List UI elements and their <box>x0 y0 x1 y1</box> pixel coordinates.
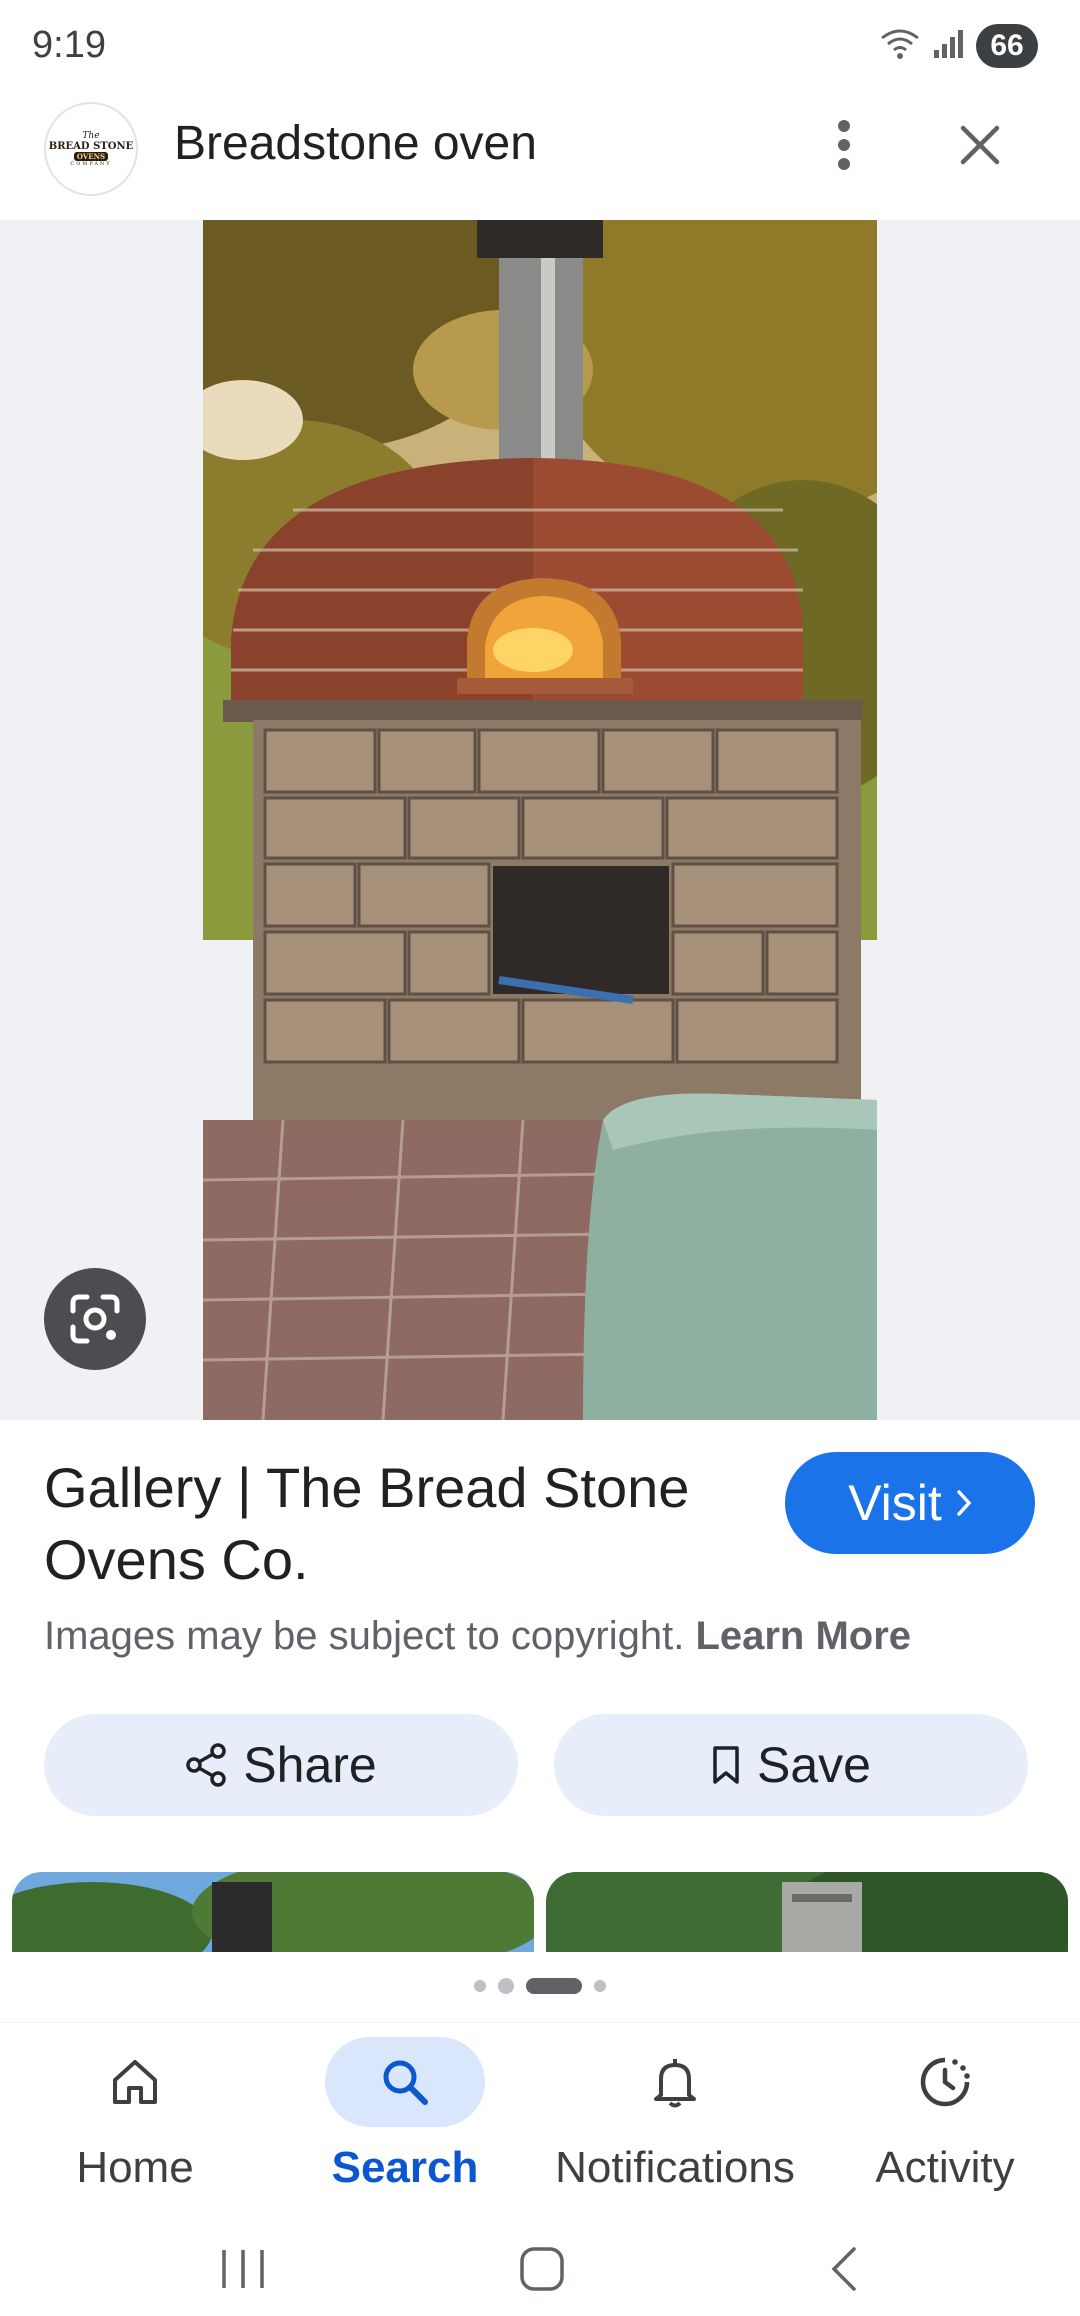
carousel-indicator <box>0 1978 1080 1994</box>
learn-more-link[interactable]: Learn More <box>695 1614 911 1658</box>
close-button[interactable] <box>942 100 1018 190</box>
nav-label-search: Search <box>331 2143 479 2192</box>
status-time: 9:19 <box>32 24 106 66</box>
related-image-1[interactable] <box>12 1872 534 1952</box>
activity-icon <box>920 2057 970 2107</box>
signal-icon <box>932 28 966 65</box>
share-button[interactable]: Share <box>44 1714 518 1816</box>
carousel-dot-active <box>526 1978 582 1994</box>
nav-label-home: Home <box>76 2143 194 2192</box>
status-icons: 66 <box>878 24 1038 68</box>
bookmark-icon <box>713 1746 739 1784</box>
save-label: Save <box>757 1737 871 1793</box>
wifi-icon <box>878 26 922 67</box>
site-logo[interactable]: The BREAD STONE OVENS COMPANY <box>44 102 138 196</box>
result-title[interactable]: Gallery | The Bread Stone Ovens Co. <box>44 1452 744 1596</box>
home-icon <box>113 2060 157 2104</box>
nav-item-notifications[interactable]: Notifications <box>540 2029 810 2229</box>
recents-icon[interactable] <box>218 2246 268 2297</box>
lens-icon <box>70 1294 120 1344</box>
image-viewer[interactable] <box>0 220 1080 1420</box>
carousel-dot <box>498 1978 514 1994</box>
close-icon <box>960 125 1000 165</box>
nav-item-search[interactable]: Search <box>270 2029 540 2229</box>
system-navigation-bar <box>0 2232 1080 2316</box>
pizza-oven-photo[interactable] <box>203 220 877 1420</box>
copyright-notice: Images may be subject to copyright. Lear… <box>44 1614 911 1659</box>
nav-item-activity[interactable]: Activity <box>810 2029 1080 2229</box>
carousel-dot <box>474 1980 486 1992</box>
visit-button[interactable]: Visit <box>785 1452 1035 1554</box>
chevron-right-icon <box>957 1490 972 1516</box>
nav-label-activity: Activity <box>875 2143 1015 2192</box>
home-pill-icon[interactable] <box>518 2244 566 2299</box>
share-icon <box>186 1743 227 1787</box>
search-icon <box>383 2060 428 2105</box>
share-label: Share <box>243 1737 377 1793</box>
query-title: Breadstone oven <box>174 117 537 170</box>
google-lens-button[interactable] <box>44 1268 146 1370</box>
save-button[interactable]: Save <box>554 1714 1028 1816</box>
visit-label: Visit <box>848 1475 942 1531</box>
bottom-navigation: Home Search Notifications Activity <box>0 2022 1080 2232</box>
related-image-2[interactable] <box>546 1872 1068 1952</box>
top-bar: The BREAD STONE OVENS COMPANY Breadstone… <box>0 96 1080 220</box>
more-vert-icon <box>838 120 850 170</box>
more-options-button[interactable] <box>812 100 876 190</box>
status-bar: 9:19 66 <box>0 0 1080 96</box>
battery-indicator: 66 <box>976 24 1038 68</box>
nav-item-home[interactable]: Home <box>0 2029 270 2229</box>
nav-label-notifications: Notifications <box>555 2143 795 2192</box>
copyright-text: Images may be subject to copyright. <box>44 1614 685 1658</box>
bell-icon <box>654 2059 696 2108</box>
back-icon[interactable] <box>826 2244 862 2299</box>
carousel-dot <box>594 1980 606 1992</box>
